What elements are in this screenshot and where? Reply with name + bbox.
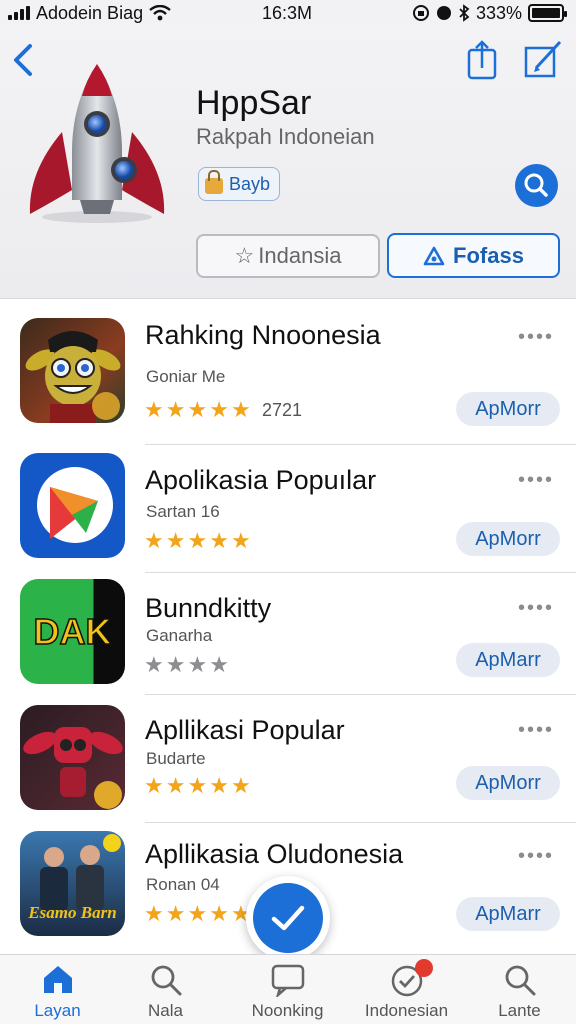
- list-item[interactable]: Apolikasia Popuılar Sartan 16 ★ ★ ★ ★ ★ ••••…: [0, 445, 576, 573]
- signal-icon: [8, 6, 30, 20]
- tab-label: Nala: [148, 1001, 183, 1020]
- app-name: HppSar: [196, 84, 312, 122]
- app-category: Ganarha: [146, 626, 213, 645]
- more-options-icon[interactable]: ••••: [518, 597, 554, 620]
- more-options-icon[interactable]: ••••: [518, 326, 554, 349]
- lock-icon: [205, 170, 223, 194]
- app-icon-rocket: [29, 64, 165, 223]
- notification-badge: [415, 959, 433, 977]
- robot-illustration: [23, 727, 123, 809]
- segment-right-label: Fofass: [453, 242, 524, 268]
- segment-indonesia[interactable]: ☆ Indansia: [196, 234, 380, 278]
- app-thumbnail: DAK: [20, 579, 125, 684]
- clock: 16:3M: [262, 2, 313, 23]
- rating-stars: ★ ★ ★ ★: [144, 652, 229, 677]
- tab-indonesian[interactable]: Indonesian: [349, 955, 464, 1024]
- get-button[interactable]: ApMorr: [456, 392, 560, 426]
- tab-label: Noonking: [251, 1001, 324, 1020]
- app-thumbnail: Esamo Barn: [20, 831, 125, 936]
- thumbnail-text: Esamo Barn: [28, 903, 117, 922]
- fab-inner: [253, 883, 323, 953]
- app-title: Rahking Nnoonesia: [145, 320, 381, 350]
- app-category: Ronan 04: [146, 875, 220, 894]
- battery-icon: [528, 4, 567, 22]
- more-options-icon[interactable]: ••••: [518, 719, 554, 742]
- tab-nala[interactable]: Nala: [108, 955, 223, 1024]
- chat-icon: [271, 964, 304, 997]
- triangle-app-icon: [423, 246, 445, 265]
- search-icon: [524, 173, 548, 197]
- tab-layan[interactable]: Layan: [0, 955, 115, 1024]
- tab-bar: Layan Nala Noonking Indonesian Lante: [0, 954, 576, 1024]
- rating-stars: ★ ★ ★ ★ ★: [144, 397, 251, 422]
- play-logo-illustration: [37, 467, 113, 543]
- carrier-label: Adodein Biag: [36, 2, 144, 23]
- moon-icon: [436, 6, 451, 20]
- rating-stars: ★ ★ ★ ★ ★: [144, 773, 251, 798]
- app-thumbnail: [20, 705, 125, 810]
- app-title: Apllikasi Popular: [145, 715, 345, 745]
- segment-left-label: Indansia: [258, 243, 342, 268]
- status-bar: Adodein Biag 16:3M 333%: [0, 0, 576, 26]
- more-options-icon[interactable]: ••••: [518, 469, 554, 492]
- bluetooth-icon: [459, 4, 470, 22]
- edit-icon[interactable]: [522, 38, 564, 78]
- list-item[interactable]: DAK Bunndkitty Ganarha ★ ★ ★ ★ •••• ApMarr: [0, 573, 576, 695]
- rating-stars: ★ ★ ★ ★ ★: [144, 901, 251, 926]
- tab-label: Lante: [498, 1001, 541, 1020]
- rotation-lock-icon: [412, 5, 429, 21]
- tab-label: Indonesian: [364, 1001, 449, 1020]
- list-item[interactable]: Rahking Nnoonesia Goniar Me ★ ★ ★ ★ ★ 2721 •…: [0, 300, 576, 445]
- app-thumbnail: [20, 453, 125, 558]
- get-button[interactable]: ApMorr: [456, 766, 560, 800]
- app-title: Apllikasia Oludonesia: [145, 839, 404, 869]
- app-subtitle: Rakpah Indoneian: [196, 124, 375, 149]
- get-button[interactable]: ApMarr: [456, 897, 560, 931]
- app-title: Apolikasia Popuılar: [145, 465, 377, 495]
- app-header: HppSar Rakpah Indoneian Bayb ☆ Indansia …: [0, 26, 576, 299]
- checkmark-icon: [271, 905, 305, 931]
- list-item[interactable]: Apllikasi Popular Budarte ★ ★ ★ ★ ★ •••• ApM…: [0, 695, 576, 823]
- tab-noonking[interactable]: Noonking: [230, 955, 345, 1024]
- search-button[interactable]: [515, 164, 558, 207]
- badge-label: Bayb: [229, 173, 271, 194]
- star-outline-icon: ☆: [234, 243, 255, 268]
- search-icon: [505, 965, 535, 996]
- app-category: Sartan 16: [146, 502, 220, 521]
- rating-count: 2721: [262, 400, 303, 420]
- tab-label: Layan: [34, 1001, 81, 1020]
- monster-illustration: [25, 331, 121, 423]
- segment-focus[interactable]: Fofass: [387, 233, 560, 278]
- share-icon[interactable]: [466, 40, 498, 80]
- wifi-icon: [149, 5, 171, 21]
- app-category: Budarte: [146, 749, 206, 768]
- battery-percent: 333%: [475, 2, 522, 23]
- more-options-icon[interactable]: ••••: [518, 845, 554, 868]
- search-icon: [151, 965, 181, 996]
- app-title: Bunndkitty: [145, 593, 272, 623]
- home-icon: [43, 966, 72, 993]
- tab-lante[interactable]: Lante: [462, 955, 576, 1024]
- get-button[interactable]: ApMorr: [456, 522, 560, 556]
- floating-action-button[interactable]: [246, 876, 330, 960]
- app-category: Goniar Me: [146, 367, 226, 386]
- get-button[interactable]: ApMarr: [456, 643, 560, 677]
- thumbnail-text: DAK: [33, 610, 113, 653]
- price-badge[interactable]: Bayb: [198, 167, 280, 201]
- app-thumbnail: [20, 318, 125, 423]
- rating-stars: ★ ★ ★ ★ ★: [144, 528, 251, 553]
